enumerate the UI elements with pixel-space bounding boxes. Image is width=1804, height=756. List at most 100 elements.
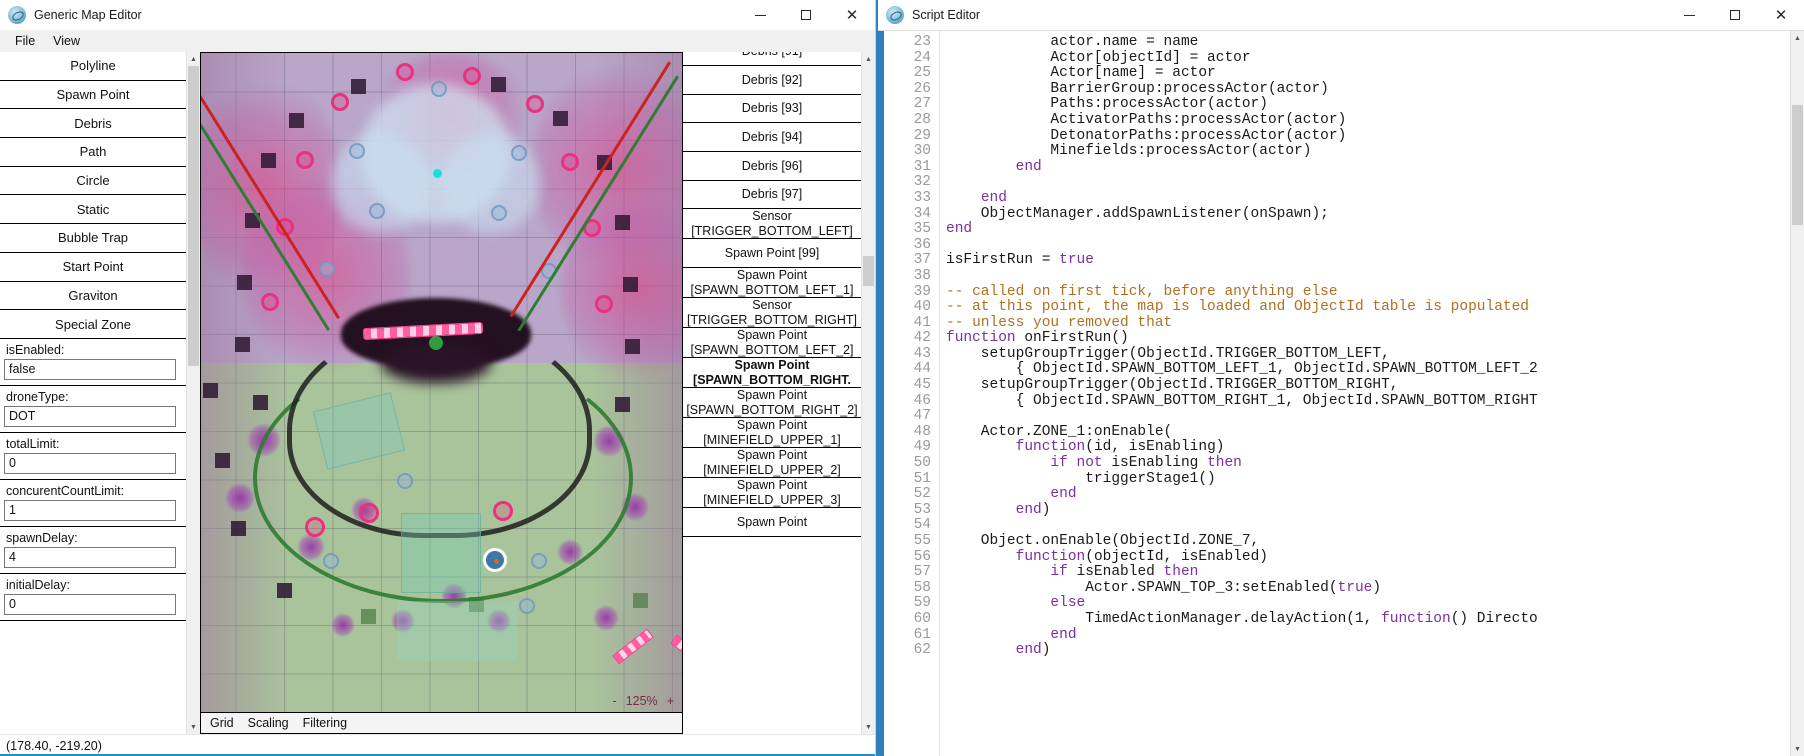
palette-scrollbar[interactable]: ▲ ▼ (186, 52, 200, 734)
close-button[interactable]: ✕ (1758, 0, 1804, 30)
zone-polygon[interactable] (401, 513, 481, 593)
code-line[interactable]: -- called on first tick, before anything… (946, 284, 1790, 301)
list-item[interactable]: Sensor [TRIGGER_BOTTOM_LEFT] (683, 209, 861, 240)
code-line[interactable] (946, 269, 1790, 285)
code-line[interactable]: setupGroupTrigger(ObjectId.TRIGGER_BOTTO… (946, 346, 1790, 363)
tool-bubble-trap[interactable]: Bubble Trap (0, 224, 186, 253)
close-button[interactable]: ✕ (829, 0, 875, 30)
code-line[interactable]: { ObjectId.SPAWN_BOTTOM_RIGHT_1, ObjectI… (946, 393, 1790, 410)
code-scroll-track[interactable] (1791, 45, 1804, 742)
code-line[interactable]: ObjectManager.addSpawnListener(onSpawn); (946, 206, 1790, 223)
menu-view[interactable]: View (44, 32, 89, 50)
object-list-scroll-thumb[interactable] (863, 256, 874, 286)
code-line[interactable]: if not isEnabling then (946, 455, 1790, 472)
list-item[interactable]: Spawn Point [MINEFIELD_UPPER_1] (683, 418, 861, 449)
maximize-button[interactable] (1712, 0, 1758, 30)
minimize-button[interactable] (1666, 0, 1712, 30)
code-line[interactable]: Actor.SPAWN_TOP_3:setEnabled(true) (946, 580, 1790, 597)
code-line[interactable]: end (946, 486, 1790, 503)
mine-node[interactable] (593, 605, 619, 631)
debris-block[interactable] (633, 593, 648, 608)
toolbar-filtering[interactable]: Filtering (303, 716, 347, 730)
toolbar-grid[interactable]: Grid (210, 716, 234, 730)
code-line[interactable]: function onFirstRun() (946, 330, 1790, 347)
property-input-concurentcountlimit[interactable] (4, 499, 176, 521)
code-line[interactable]: isFirstRun = true (946, 253, 1790, 269)
property-input-initialdelay[interactable] (4, 593, 176, 615)
zone-polygon[interactable] (397, 601, 517, 661)
code-line[interactable]: TimedActionManager.delayAction(1, functi… (946, 611, 1790, 628)
debris-block[interactable] (553, 111, 568, 126)
map-ring-node[interactable] (561, 153, 579, 171)
debris-block[interactable] (277, 583, 292, 598)
object-list[interactable]: Debris [91] Debris [92] Debris [93] Debr… (683, 52, 861, 734)
map-ring-node[interactable] (331, 93, 349, 111)
tool-spawn-point[interactable]: Spawn Point (0, 80, 186, 110)
zoom-out-button[interactable]: - (613, 694, 617, 708)
debris-block[interactable] (261, 153, 276, 168)
debris-block[interactable] (289, 113, 304, 128)
map-ring-node[interactable] (359, 503, 379, 523)
debris-block[interactable] (231, 521, 246, 536)
minimize-button[interactable] (737, 0, 783, 30)
code-line[interactable]: function(id, isEnabling) (946, 440, 1790, 456)
list-item-selected[interactable]: Spawn Point [SPAWN_BOTTOM_RIGHT. (683, 358, 861, 389)
code-line[interactable]: if isEnabled then (946, 564, 1790, 581)
property-input-dronetype[interactable] (4, 405, 176, 427)
map-ring-node[interactable] (511, 145, 527, 161)
code-line[interactable]: end (946, 159, 1790, 176)
scroll-down-icon[interactable]: ▼ (1791, 742, 1804, 756)
tool-graviton[interactable]: Graviton (0, 281, 186, 311)
map-ring-node[interactable] (305, 517, 325, 537)
tool-debris[interactable]: Debris (0, 109, 186, 139)
tool-start-point[interactable]: Start Point (0, 252, 186, 282)
code-scrollbar[interactable]: ▲ ▼ (1790, 31, 1804, 756)
map-ring-node[interactable] (431, 81, 447, 97)
scroll-down-icon[interactable]: ▼ (187, 720, 200, 734)
map-ring-node[interactable] (526, 95, 544, 113)
map-ring-node[interactable] (261, 293, 279, 311)
code-line[interactable] (946, 238, 1790, 254)
scroll-up-icon[interactable]: ▲ (862, 52, 875, 66)
code-line[interactable]: -- unless you removed that (946, 315, 1790, 332)
code-line[interactable]: end) (946, 502, 1790, 519)
list-item[interactable]: Spawn Point [MINEFIELD_UPPER_2] (683, 448, 861, 479)
map-canvas[interactable]: - 125% + (201, 53, 682, 712)
code-line[interactable]: end) (946, 642, 1790, 659)
map-canvas-viewport[interactable]: - 125% + (200, 52, 683, 712)
debris-block[interactable] (615, 215, 630, 230)
code-line[interactable]: DetonatorPaths:processActor(actor) (946, 128, 1790, 145)
palette-scroll-thumb[interactable] (188, 66, 199, 366)
list-item[interactable]: Spawn Point [SPAWN_BOTTOM_RIGHT_2] (683, 388, 861, 419)
code-line[interactable]: triggerStage1() (946, 471, 1790, 488)
debris-block[interactable] (235, 337, 250, 352)
code-line[interactable]: function(objectId, isEnabled) (946, 549, 1790, 566)
tool-static[interactable]: Static (0, 195, 186, 225)
code-line[interactable]: Paths:processActor(actor) (946, 97, 1790, 113)
map-ring-node[interactable] (463, 67, 481, 85)
map-ring-node[interactable] (595, 295, 613, 313)
list-item[interactable]: Spawn Point [SPAWN_BOTTOM_LEFT_1] (683, 268, 861, 299)
list-item[interactable]: Spawn Point [SPAWN_BOTTOM_LEFT_2] (683, 328, 861, 359)
map-ring-node[interactable] (369, 203, 385, 219)
code-line[interactable]: Actor[objectId] = actor (946, 50, 1790, 67)
mine-node[interactable] (331, 613, 355, 637)
property-input-spawndelay[interactable] (4, 546, 176, 568)
code-line[interactable] (946, 409, 1790, 425)
list-item[interactable]: Spawn Point [MINEFIELD_UPPER_3] (683, 478, 861, 509)
map-node[interactable] (433, 169, 442, 178)
code-line[interactable]: setupGroupTrigger(ObjectId.TRIGGER_BOTTO… (946, 377, 1790, 394)
map-ring-node[interactable] (396, 63, 414, 81)
debris-block[interactable] (253, 395, 268, 410)
code-line[interactable]: end (946, 190, 1790, 207)
code-line[interactable]: -- at this point, the map is loaded and … (946, 299, 1790, 316)
code-scroll-thumb[interactable] (1792, 105, 1803, 225)
scroll-up-icon[interactable]: ▲ (1791, 31, 1804, 45)
zoom-in-button[interactable]: + (667, 694, 674, 708)
debris-block[interactable] (491, 77, 506, 92)
code-line[interactable] (946, 175, 1790, 191)
list-item[interactable]: Sensor [TRIGGER_BOTTOM_RIGHT] (683, 298, 861, 329)
list-item[interactable]: Spawn Point [99] (683, 239, 861, 269)
debris-block[interactable] (615, 397, 630, 412)
property-input-totallimit[interactable] (4, 452, 176, 474)
